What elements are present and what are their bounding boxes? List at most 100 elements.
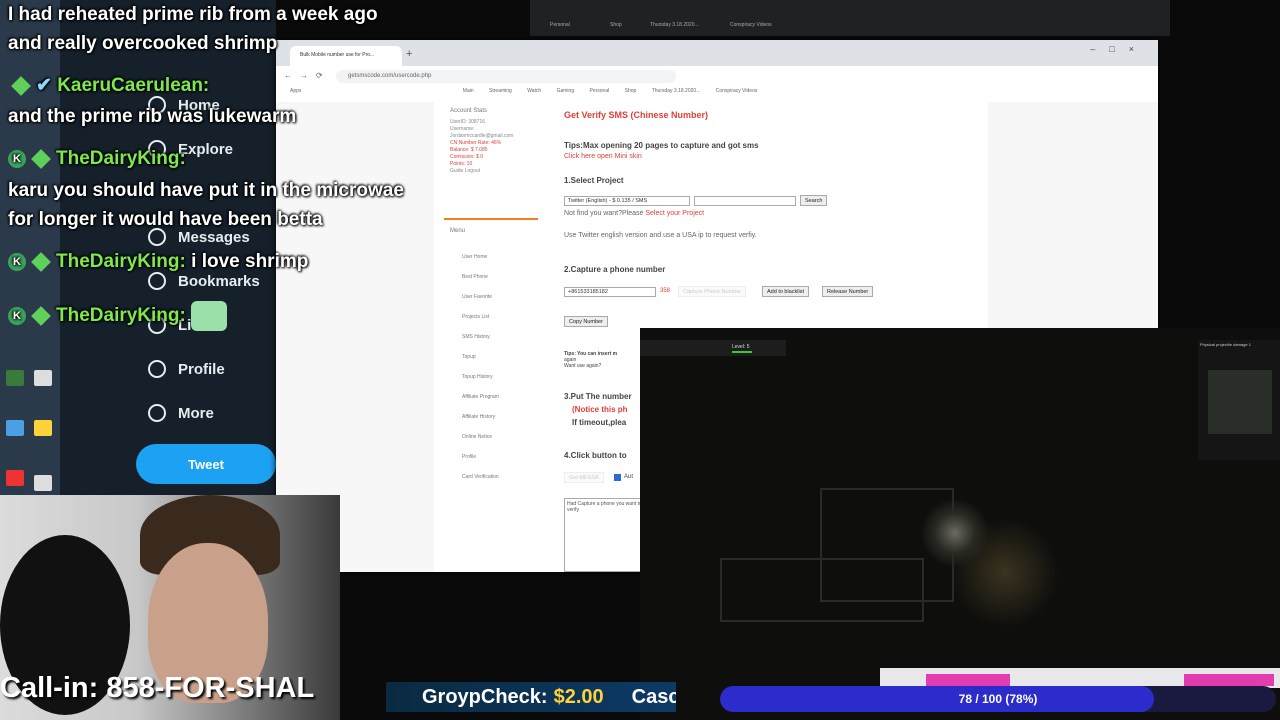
account-line: Balance: $ 7.085 [450,147,488,153]
step-1-heading: 1.Select Project [564,176,624,185]
new-tab-icon[interactable]: + [406,48,412,60]
bookmark-item[interactable]: Personal [590,88,610,94]
bookmark-item[interactable]: Conspiracy Videos [716,88,758,94]
nav-label: Bookmarks [178,272,260,290]
level-label: Level: 5 [732,344,750,350]
menu-item[interactable]: Best Phone [462,274,488,280]
chat-username: TheDairyKing: [56,148,186,169]
sub-badge-icon [31,149,51,169]
bookmark-label[interactable]: Shop [610,22,622,28]
browser-tab[interactable]: Bulk Mobile number use for Pro... [290,46,402,66]
bookmark-label[interactable]: Conspiracy Videos [730,22,772,28]
menu-item[interactable]: Projects List [462,314,489,320]
minimap-area[interactable] [1208,370,1272,434]
emote-icon [191,301,228,331]
desktop-icon[interactable] [34,420,52,436]
copy-number-button[interactable]: Copy Number [564,316,608,327]
account-line: Username: [450,126,475,132]
menu-item[interactable]: Card Verification [462,474,499,480]
address-bar: ←→⟳ getsmscode.com/usercode.php [276,66,1158,89]
dungeon-room [720,558,924,622]
menu-item[interactable]: Affiliate History [462,414,495,420]
game-window: Level: 5 Physical projectile damage 1 [640,328,1280,720]
nav-label: More [178,404,214,422]
project-search-input[interactable] [694,196,796,206]
nav-label: Messages [178,228,250,246]
auto-checkbox[interactable] [614,474,621,481]
twitter-note: Use Twitter english version and use a US… [564,232,757,239]
project-select[interactable]: Twitter (English) - $ 0.135 / SMS [564,196,690,206]
menu-divider [444,218,538,220]
bookmark-item[interactable]: Gaming [557,88,575,94]
url-field[interactable]: getsmscode.com/usercode.php [336,70,676,83]
menu-item[interactable]: Online Notice [462,434,492,440]
chat-line: and really overcooked shrimp [8,33,278,54]
menu-item[interactable]: Affiliate Program [462,394,499,400]
tweet-button[interactable]: Tweet [136,444,276,484]
notice-text: (Notice this ph [572,405,628,414]
chat-username-line: K TheDairyKing: [8,148,186,170]
player-character[interactable] [920,498,990,568]
account-links[interactable]: Guide Logout [450,168,538,175]
alert-strip [880,668,1280,688]
not-find-label: Not find you want?Please [564,210,644,217]
menu-item[interactable]: Topup [462,354,476,360]
step-2-heading: 2.Capture a phone number [564,265,666,274]
account-line: UserID: 308716 [450,119,486,125]
capture-phone-button[interactable]: Capture Phone Number [678,286,747,297]
nav-arrows-icon[interactable]: ←→⟳ [284,71,331,80]
account-heading: Account Stats [450,108,488,114]
desktop-icon[interactable] [6,420,24,436]
auto-label: Aut [624,474,634,480]
bookmark-item[interactable]: Thursday 3.18.2020... [652,88,701,94]
menu-item[interactable]: SMS History [462,334,490,340]
chat-line: and the prime rib was lukewarm [8,106,297,127]
bookmarks-bar: Apps Main Streaming Watch Gaming Persona… [276,88,1158,103]
bookmark-item[interactable]: Apps [290,88,301,94]
menu-item[interactable]: Topup History [462,374,493,380]
window-controls[interactable]: –□× [1090,44,1148,54]
k-badge-icon: K [8,252,26,271]
add-to-blacklist-button[interactable]: Add to blacklist [762,286,809,297]
desktop-icon[interactable] [34,475,52,491]
nav-label: Profile [178,360,225,378]
timeout-text: If timeout,plea [572,418,627,427]
bookmark-item[interactable]: Shop [625,88,637,94]
menu-item[interactable]: User Favorite [462,294,492,300]
get-message-button[interactable]: Get MESSA [564,472,604,483]
bookmark-label[interactable]: Thursday 3.18.2020... [650,22,699,28]
bookmark-label[interactable]: Personal [550,22,570,28]
select-project-link[interactable]: Select your Project [645,210,704,217]
chat-username: TheDairyKing: [56,251,186,272]
search-button[interactable]: Search [800,195,828,206]
account-line: Comission: $ 0 [450,154,484,160]
use-again-text: Want use again? [564,363,602,369]
chat-message: K TheDairyKing: [8,301,228,331]
k-badge-icon: K [8,307,26,325]
more-icon [148,404,166,422]
call-in-banner: Call-in: 858-FOR-SHAL [0,672,315,704]
k-badge-icon: K [8,149,26,168]
twitter-nav-more[interactable]: More [148,404,214,422]
menu-item[interactable]: Profile [462,454,476,460]
release-number-button[interactable]: Release Number [822,286,874,297]
next-donor: Casca [631,685,676,708]
sub-badge-icon [31,252,51,272]
alert-block [1184,674,1274,686]
desktop-icon[interactable] [6,370,24,386]
sub-badge-icon [11,76,31,96]
bookmark-item[interactable]: Streaming [489,88,512,94]
desktop-icon[interactable] [6,470,24,486]
person-icon [148,360,166,378]
mini-skin-link[interactable]: Click here open Mini skin [564,153,642,160]
tab-bar: Bulk Mobile number use for Pro... + –□× [276,40,1158,66]
phone-number-field[interactable]: +861533185182 [564,287,656,297]
twitter-nav-profile[interactable]: Profile [148,360,225,378]
account-line: Points: 10 [450,161,473,167]
bookmark-item[interactable]: Main [463,88,474,94]
twitter-nav-bookmarks[interactable]: Bookmarks [148,272,260,290]
menu-item[interactable]: User Home [462,254,487,260]
desktop-icon[interactable] [34,370,52,386]
chat-username: TheDairyKing: [56,305,186,327]
bookmark-item[interactable]: Watch [527,88,541,94]
